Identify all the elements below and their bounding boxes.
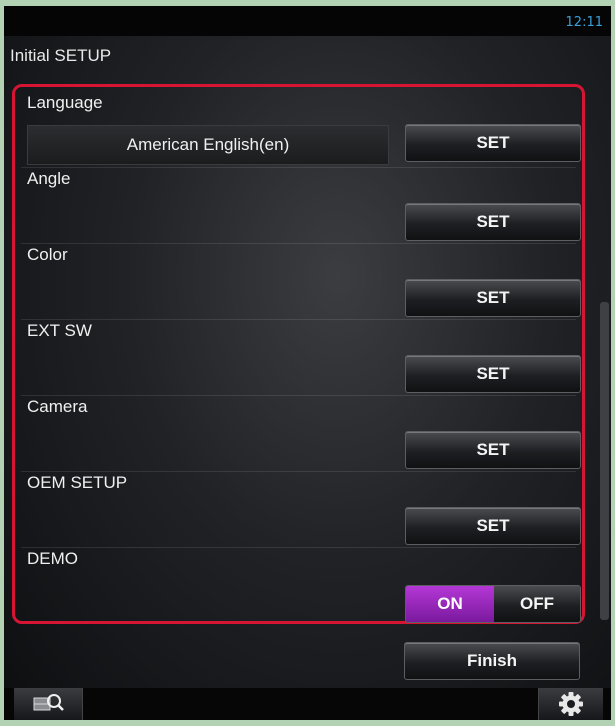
- demo-on-button[interactable]: ON: [406, 586, 494, 622]
- setting-label-oem-setup: OEM SETUP: [27, 473, 128, 492]
- setting-row-color: Color SET: [21, 243, 581, 320]
- setting-row-ext-sw: EXT SW SET: [21, 319, 581, 396]
- screen: 12:11 Initial SETUP Language American En…: [4, 6, 611, 720]
- language-value: American English(en): [27, 125, 389, 165]
- setting-label-angle: Angle: [27, 169, 71, 188]
- status-bar: 12:11: [4, 6, 611, 36]
- bottom-bar: [4, 688, 611, 720]
- oem-setup-set-button[interactable]: SET: [405, 507, 581, 545]
- device-frame: 12:11 Initial SETUP Language American En…: [0, 0, 615, 726]
- gear-icon: [539, 688, 603, 720]
- demo-off-button[interactable]: OFF: [494, 586, 580, 622]
- setting-label-camera: Camera: [27, 397, 88, 416]
- camera-set-button[interactable]: SET: [405, 431, 581, 469]
- setting-row-camera: Camera SET: [21, 395, 581, 472]
- setting-label-demo: DEMO: [27, 549, 78, 568]
- setting-row-oem-setup: OEM SETUP SET: [21, 471, 581, 548]
- scrollbar[interactable]: [600, 302, 609, 620]
- settings-list: Language American English(en) SET Angle …: [21, 91, 581, 623]
- ext-sw-set-button[interactable]: SET: [405, 355, 581, 393]
- settings-panel: Language American English(en) SET Angle …: [12, 84, 585, 624]
- map-search-button[interactable]: [14, 688, 83, 720]
- setting-row-language: Language American English(en) SET: [21, 91, 581, 168]
- demo-toggle: ON OFF: [405, 585, 581, 623]
- setting-label-language: Language: [27, 93, 103, 112]
- page-title: Initial SETUP: [10, 46, 112, 65]
- map-search-icon: [14, 688, 82, 720]
- setting-row-angle: Angle SET: [21, 167, 581, 244]
- status-clock: 12:11: [565, 15, 603, 30]
- angle-set-button[interactable]: SET: [405, 203, 581, 241]
- language-set-button[interactable]: SET: [405, 124, 581, 162]
- setting-row-demo: DEMO ON OFF: [21, 547, 581, 623]
- setting-label-ext-sw: EXT SW: [27, 321, 92, 340]
- settings-button[interactable]: [538, 688, 603, 720]
- finish-button[interactable]: Finish: [404, 642, 580, 680]
- color-set-button[interactable]: SET: [405, 279, 581, 317]
- setting-label-color: Color: [27, 245, 68, 264]
